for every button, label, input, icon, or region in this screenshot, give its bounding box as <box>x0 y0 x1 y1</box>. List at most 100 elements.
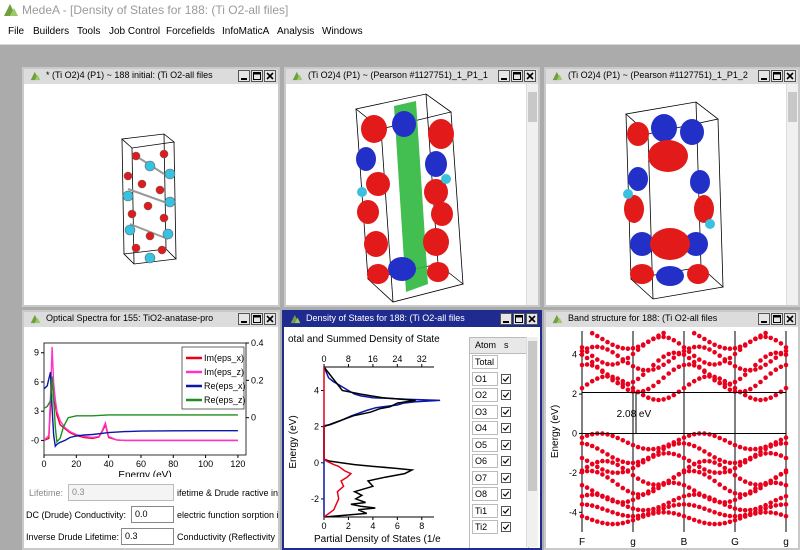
vertical-scrollbar[interactable] <box>526 84 538 305</box>
atom-checkbox[interactable] <box>501 423 511 433</box>
maximize-button[interactable] <box>251 70 263 82</box>
atom-list[interactable]: Atom s Total O1 O2 O3 O4 O5 O6 O7 O8 Ti1 Ti2 <box>469 337 529 548</box>
atom-checkbox[interactable] <box>501 406 511 417</box>
atom-name-cell[interactable]: Ti2 <box>472 520 498 534</box>
inverse-drude-lifetime-field[interactable]: 0.3 <box>121 528 174 545</box>
maximize-button[interactable] <box>251 313 263 325</box>
dos-window[interactable]: Density of States for 188: (Ti O2-all fi… <box>282 310 542 550</box>
band-point <box>589 492 595 497</box>
atom-checkbox[interactable] <box>501 489 511 499</box>
atom-name-cell[interactable]: O1 <box>472 371 498 386</box>
atom-checkbox[interactable] <box>501 439 511 450</box>
menu-forcefields[interactable]: Forcefields <box>166 26 215 37</box>
optical-spectra-window[interactable]: Optical Spectra for 155: TiO2-anatase-pr… <box>22 310 280 550</box>
window-title-bar[interactable]: Optical Spectra for 155: TiO2-anatase-pr… <box>24 312 278 327</box>
band-point <box>727 513 733 519</box>
band-point <box>635 516 641 521</box>
isosurface-viewport[interactable] <box>286 84 527 305</box>
maximize-button[interactable] <box>771 313 783 325</box>
app-title: MedeA - [Density of States for 188: (Ti … <box>22 3 289 17</box>
menu-job-control[interactable]: Job Control <box>109 26 160 37</box>
band-point <box>722 502 728 507</box>
atom-name-cell[interactable]: O4 <box>472 421 498 435</box>
atom-checkbox[interactable] <box>501 505 511 516</box>
close-button[interactable] <box>784 313 796 325</box>
vertical-scrollbar[interactable] <box>786 84 798 305</box>
band-point <box>742 342 748 347</box>
molecule-viewport[interactable] <box>24 84 278 305</box>
minimize-button[interactable] <box>238 313 250 325</box>
band-point <box>635 476 641 481</box>
atom-name-cell[interactable]: O5 <box>472 437 498 452</box>
band-point <box>732 363 738 369</box>
isosurface-viewport[interactable] <box>546 84 787 305</box>
atom-list-scrollbar[interactable] <box>526 337 538 547</box>
lifetime-drude-option[interactable]: ifetime & Drude <box>177 488 239 498</box>
close-button[interactable] <box>264 70 276 82</box>
band-point <box>742 372 748 378</box>
close-button[interactable] <box>784 70 796 82</box>
scroll-thumb[interactable] <box>788 92 797 122</box>
minimize-button[interactable] <box>238 70 250 82</box>
minimize-button[interactable] <box>498 70 510 82</box>
absorption-index-option[interactable]: sorption in <box>242 510 278 520</box>
band-point <box>620 465 626 471</box>
menu-file[interactable]: File <box>8 26 24 37</box>
band-point <box>737 495 743 500</box>
atom-name-cell[interactable]: Ti1 <box>472 503 498 518</box>
atom-name-cell[interactable]: O6 <box>472 454 498 468</box>
check-icon <box>502 474 510 481</box>
maximize-button[interactable] <box>511 70 523 82</box>
menu-infomatica[interactable]: InfoMaticA <box>222 26 269 37</box>
window-title-bar[interactable]: Density of States for 188: (Ti O2-all fi… <box>284 312 540 327</box>
atom-checkbox[interactable] <box>501 390 511 400</box>
band-structure-window[interactable]: Band structure for 188: (Ti O2-all files… <box>544 310 800 550</box>
atom-name-cell[interactable]: O8 <box>472 487 498 501</box>
atom-name-cell[interactable]: Total <box>472 355 498 369</box>
window-title-bar[interactable]: Band structure for 188: (Ti O2-all files <box>546 312 798 327</box>
band-point <box>646 481 651 486</box>
menu-windows[interactable]: Windows <box>322 26 363 37</box>
menu-builders[interactable]: Builders <box>33 26 69 37</box>
structure-window-p1-2[interactable]: (Ti O2)4 (P1) ~ (Pearson #1127751)_1_P1_… <box>544 67 800 307</box>
maximize-button[interactable] <box>771 70 783 82</box>
minimize-button[interactable] <box>500 313 512 325</box>
scroll-thumb[interactable] <box>528 92 537 122</box>
band-point <box>656 333 661 338</box>
conductivity-option[interactable]: Conductivity (Reflectivity <box>177 532 275 542</box>
atom-checkbox[interactable] <box>501 472 511 483</box>
atom-checkbox[interactable] <box>501 373 511 384</box>
dc-conductivity-field[interactable]: 0.0 <box>131 506 174 523</box>
atom-name-cell[interactable]: O7 <box>472 470 498 485</box>
structure-window-initial[interactable]: * (Ti O2)4 (P1) ~ 188 initial: (Ti O2-al… <box>22 67 280 307</box>
close-button[interactable] <box>526 313 538 325</box>
refractive-index-option[interactable]: ractive inc <box>242 488 278 498</box>
atom-name-cell[interactable]: O3 <box>472 404 498 419</box>
menu-analysis[interactable]: Analysis <box>277 26 314 37</box>
lifetime-field[interactable]: 0.3 <box>68 484 174 501</box>
band-point <box>676 341 682 346</box>
atom-column-header[interactable]: Atom <box>475 340 496 350</box>
band-point <box>778 481 784 486</box>
close-button[interactable] <box>264 313 276 325</box>
window-title-bar[interactable]: (Ti O2)4 (P1) ~ (Pearson #1127751)_1_P1_… <box>546 69 798 84</box>
window-title-bar[interactable]: * (Ti O2)4 (P1) ~ 188 initial: (Ti O2-al… <box>24 69 278 84</box>
minimize-button[interactable] <box>758 70 770 82</box>
atom-checkbox[interactable] <box>501 456 511 466</box>
band-point <box>600 506 605 511</box>
dielectric-function-option[interactable]: electric function <box>177 510 240 520</box>
scroll-thumb[interactable] <box>528 341 537 491</box>
minimize-button[interactable] <box>758 313 770 325</box>
structure-window-p1-1[interactable]: (Ti O2)4 (P1) ~ (Pearson #1127751)_1_P1_… <box>284 67 540 307</box>
atom-name-cell[interactable]: O2 <box>472 388 498 402</box>
y-tick-label-left: 6 <box>34 377 39 387</box>
close-button[interactable] <box>524 70 536 82</box>
s-column-header[interactable]: s <box>504 340 509 350</box>
maximize-icon <box>253 72 261 80</box>
x-tick-label: 80 <box>168 459 178 469</box>
maximize-button[interactable] <box>513 313 525 325</box>
window-title-bar[interactable]: (Ti O2)4 (P1) ~ (Pearson #1127751)_1_P1_… <box>286 69 538 84</box>
band-point <box>640 514 646 519</box>
atom-checkbox[interactable] <box>501 522 511 532</box>
menu-tools[interactable]: Tools <box>77 26 100 37</box>
